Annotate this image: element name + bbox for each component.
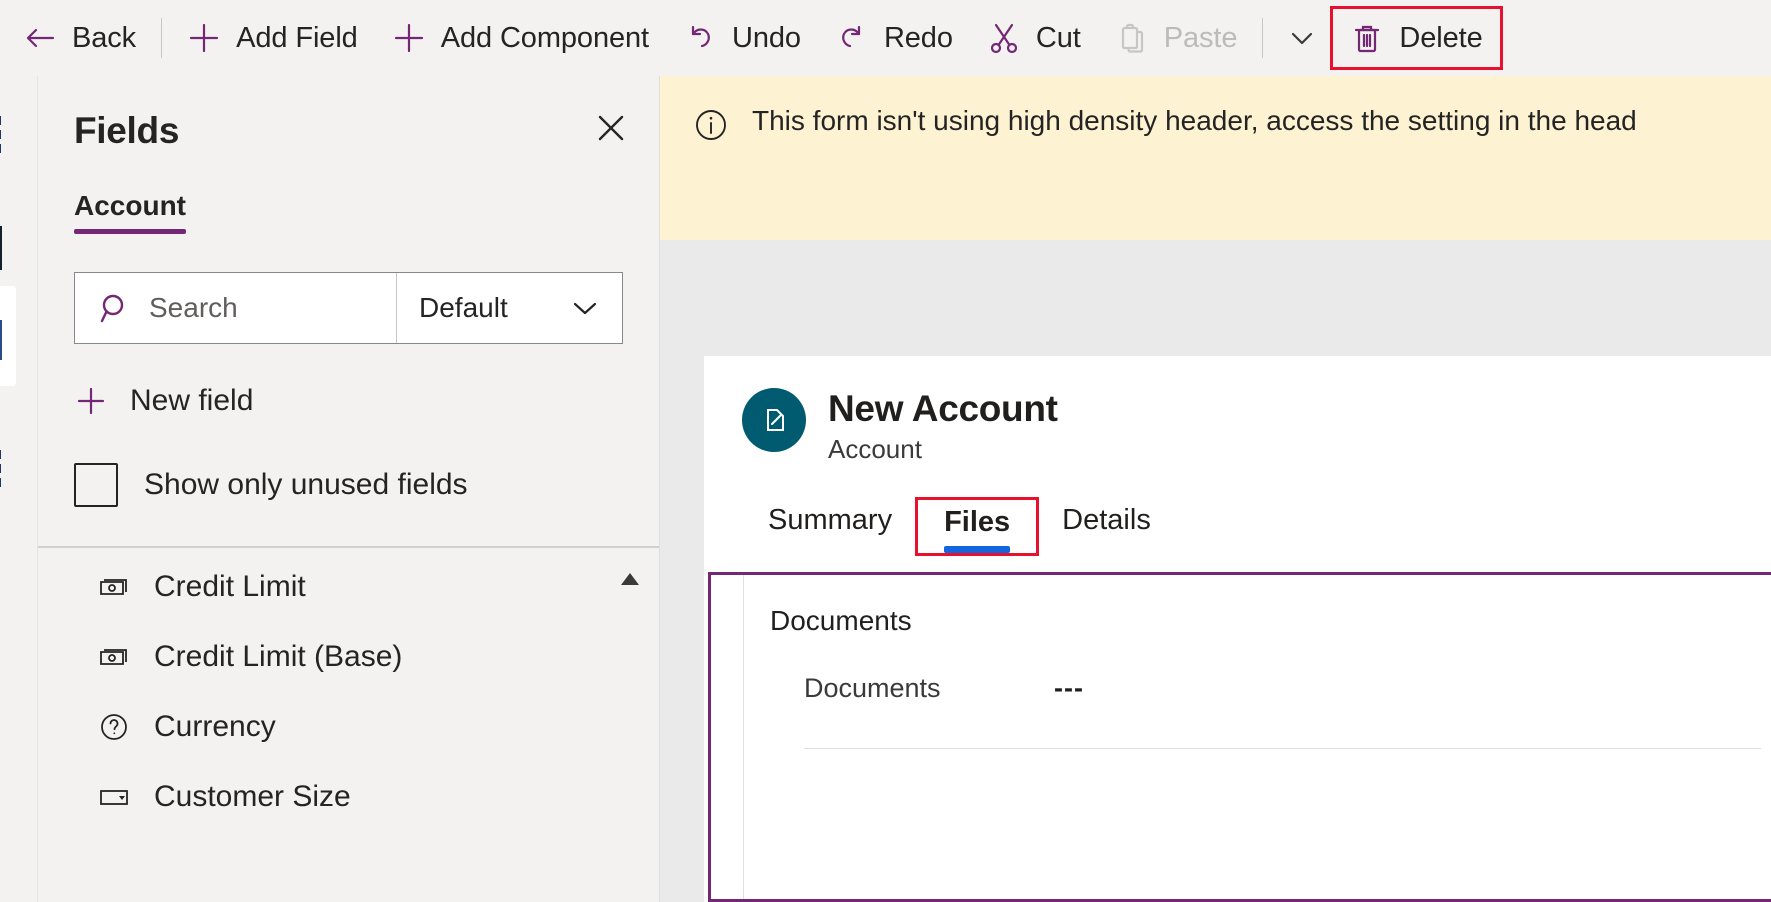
delete-button[interactable]: Delete bbox=[1330, 6, 1503, 70]
show-only-unused-fields-label: Show only unused fields bbox=[144, 468, 468, 501]
overflow-menu-button[interactable] bbox=[1271, 9, 1333, 67]
redo-button-label: Redo bbox=[883, 21, 953, 54]
list-item-label: Credit Limit bbox=[154, 570, 306, 603]
show-only-unused-fields-checkbox[interactable]: Show only unused fields bbox=[74, 454, 623, 516]
tab-files-label: Files bbox=[944, 506, 1011, 538]
list-item[interactable]: Customer Size bbox=[38, 762, 659, 832]
field-list: Credit Limit Credit Limit (Base) Currenc… bbox=[38, 548, 659, 902]
nav-card-accent bbox=[0, 320, 2, 360]
undo-button[interactable]: Undo bbox=[666, 9, 818, 67]
search-icon bbox=[97, 290, 133, 326]
fields-panel: Fields Account Search Default New field … bbox=[38, 76, 660, 902]
nav-active-marker bbox=[0, 226, 2, 270]
tab-details[interactable]: Details bbox=[1036, 504, 1177, 551]
form-tab-strip: Summary Files Details bbox=[704, 489, 1771, 556]
search-input[interactable]: Search bbox=[149, 292, 238, 324]
tab-details-label: Details bbox=[1062, 504, 1151, 536]
entity-name: Account bbox=[828, 434, 922, 464]
undo-icon bbox=[683, 21, 717, 55]
currency-icon bbox=[96, 639, 132, 675]
toolbar-divider-1 bbox=[161, 18, 163, 58]
nav-handle-icon[interactable] bbox=[0, 450, 6, 487]
notification-text: This form isn't using high density heade… bbox=[752, 105, 1637, 136]
info-icon bbox=[692, 106, 730, 149]
list-item[interactable]: Credit Limit (Base) bbox=[38, 622, 659, 692]
plus-icon bbox=[187, 21, 221, 55]
currency-icon bbox=[96, 569, 132, 605]
documents-section-inner: Documents Documents --- bbox=[743, 575, 1771, 899]
paste-button-label: Paste bbox=[1163, 21, 1238, 54]
tab-summary-label: Summary bbox=[768, 504, 893, 536]
clipboard-icon bbox=[1115, 21, 1149, 55]
search-input-wrapper[interactable]: Search bbox=[75, 273, 396, 343]
new-field-button[interactable]: New field bbox=[74, 370, 623, 432]
back-button[interactable]: Back bbox=[6, 9, 153, 67]
back-button-label: Back bbox=[72, 21, 137, 54]
cut-button-label: Cut bbox=[1035, 21, 1081, 54]
arrow-left-icon bbox=[23, 21, 57, 55]
search-scope-dropdown[interactable]: Default bbox=[396, 273, 622, 343]
redo-button[interactable]: Redo bbox=[818, 9, 970, 67]
tab-summary[interactable]: Summary bbox=[742, 504, 918, 551]
field-value: --- bbox=[1054, 673, 1084, 703]
form-surface: New Account Account Summary Files Detail… bbox=[660, 240, 1771, 902]
add-field-button-label: Add Field bbox=[236, 21, 358, 54]
list-item[interactable]: Currency bbox=[38, 692, 659, 762]
list-item-label: Currency bbox=[154, 710, 276, 743]
search-scope-value: Default bbox=[419, 292, 508, 323]
form-designer-root: Back Add Field Add Component Undo Redo C… bbox=[0, 0, 1771, 902]
table-row[interactable]: Documents --- bbox=[770, 673, 1771, 704]
scroll-up-icon[interactable] bbox=[615, 566, 645, 592]
form-preview-card: New Account Account Summary Files Detail… bbox=[704, 356, 1771, 902]
cut-button[interactable]: Cut bbox=[970, 9, 1098, 67]
list-item[interactable]: Credit Limit bbox=[38, 552, 659, 622]
add-component-button-label: Add Component bbox=[440, 21, 649, 54]
page-title: Fields bbox=[74, 110, 180, 151]
field-search-row: Search Default bbox=[74, 272, 623, 344]
toolbar-divider-2 bbox=[1262, 18, 1264, 58]
paste-button[interactable]: Paste bbox=[1098, 9, 1255, 67]
list-item-label: Credit Limit (Base) bbox=[154, 640, 403, 673]
delete-button-label: Delete bbox=[1399, 21, 1483, 54]
notification-bar: This form isn't using high density heade… bbox=[660, 76, 1771, 240]
new-field-button-label: New field bbox=[130, 384, 254, 417]
section-title: Documents bbox=[770, 605, 912, 636]
checkbox-box bbox=[74, 463, 118, 507]
trash-icon bbox=[1350, 21, 1384, 55]
nav-card[interactable] bbox=[0, 286, 16, 386]
plus-icon bbox=[392, 21, 426, 55]
account-entity-icon bbox=[742, 388, 806, 452]
active-tab-indicator bbox=[944, 546, 1011, 553]
nav-handle-icon[interactable] bbox=[0, 116, 6, 153]
tab-files[interactable]: Files bbox=[915, 497, 1040, 556]
form-record-titles: New Account Account bbox=[828, 388, 1058, 465]
add-component-button[interactable]: Add Component bbox=[375, 9, 666, 67]
undo-button-label: Undo bbox=[732, 21, 801, 54]
tab-account[interactable]: Account bbox=[74, 190, 186, 234]
section-rule bbox=[804, 748, 1761, 749]
redo-icon bbox=[835, 21, 869, 55]
form-record-header: New Account Account bbox=[704, 356, 1771, 465]
lookup-icon bbox=[96, 709, 132, 745]
fields-panel-tabs: Account bbox=[38, 190, 659, 234]
field-label: Documents bbox=[804, 673, 941, 703]
documents-section[interactable]: Documents Documents --- bbox=[708, 572, 1771, 902]
scissors-icon bbox=[987, 21, 1021, 55]
chevron-down-icon bbox=[1285, 21, 1319, 55]
add-field-button[interactable]: Add Field bbox=[170, 9, 375, 67]
fields-panel-header: Fields bbox=[38, 76, 659, 152]
app-navigation-rail bbox=[0, 76, 38, 902]
list-item-label: Customer Size bbox=[154, 780, 351, 813]
form-canvas: This form isn't using high density heade… bbox=[660, 76, 1771, 902]
record-title: New Account bbox=[828, 388, 1058, 429]
chevron-down-icon bbox=[568, 291, 602, 325]
command-bar: Back Add Field Add Component Undo Redo C… bbox=[0, 0, 1771, 76]
close-icon[interactable] bbox=[585, 102, 637, 154]
choice-icon bbox=[96, 779, 132, 815]
tab-account-label: Account bbox=[74, 190, 186, 221]
plus-icon bbox=[74, 384, 108, 418]
